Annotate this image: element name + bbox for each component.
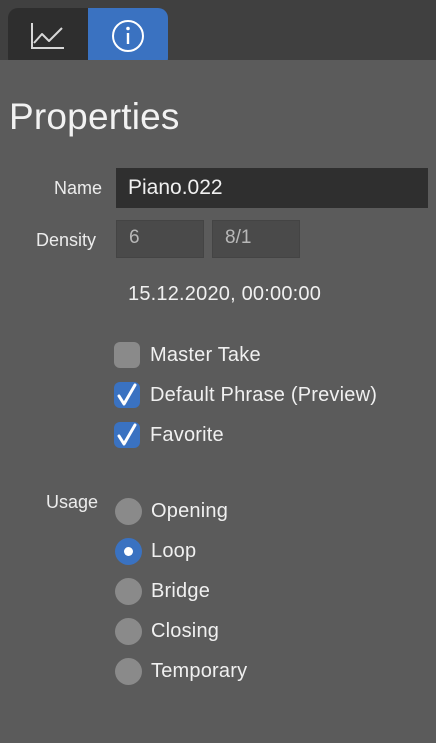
- default-phrase-label: Default Phrase (Preview): [150, 383, 378, 406]
- info-icon: [110, 20, 146, 54]
- favorite-checkbox[interactable]: [114, 422, 140, 448]
- temporary-radio[interactable]: [115, 657, 142, 685]
- page-title: Properties: [9, 96, 180, 137]
- bridge-label: Bridge: [151, 579, 211, 602]
- master-take-checkbox[interactable]: [114, 342, 140, 368]
- master-take-label: Master Take: [150, 343, 261, 366]
- usage-option-loop[interactable]: Loop: [115, 537, 196, 565]
- ratio-field[interactable]: 8/1: [212, 220, 300, 258]
- tab-bar: [0, 0, 436, 68]
- closing-radio[interactable]: [115, 617, 142, 645]
- name-field[interactable]: [116, 168, 428, 208]
- loop-label: Loop: [151, 539, 197, 562]
- usage-option-bridge[interactable]: Bridge: [115, 577, 210, 605]
- temporary-label: Temporary: [151, 659, 248, 682]
- opening-radio[interactable]: [115, 497, 142, 525]
- line-chart-icon: [30, 21, 66, 51]
- master-take-option[interactable]: Master Take: [114, 341, 261, 369]
- tab-chart[interactable]: [8, 8, 88, 68]
- favorite-option[interactable]: Favorite: [114, 421, 224, 449]
- opening-label: Opening: [151, 499, 229, 522]
- checkmark-icon: [117, 383, 137, 406]
- usage-label: Usage: [46, 492, 99, 512]
- default-phrase-option[interactable]: Default Phrase (Preview): [114, 381, 377, 409]
- loop-radio[interactable]: [115, 537, 142, 565]
- default-phrase-checkbox[interactable]: [114, 382, 140, 408]
- bridge-radio[interactable]: [115, 577, 142, 605]
- timestamp: 15.12.2020, 00:00:00: [128, 283, 322, 305]
- favorite-label: Favorite: [150, 423, 224, 446]
- density-label: Density: [36, 230, 97, 250]
- density-field[interactable]: 6: [116, 220, 204, 258]
- name-label: Name: [54, 178, 103, 198]
- usage-option-temporary[interactable]: Temporary: [115, 657, 247, 685]
- closing-label: Closing: [151, 619, 220, 642]
- tab-info[interactable]: [88, 8, 168, 68]
- usage-option-opening[interactable]: Opening: [115, 497, 228, 525]
- usage-option-closing[interactable]: Closing: [115, 617, 219, 645]
- checkmark-icon: [117, 423, 137, 446]
